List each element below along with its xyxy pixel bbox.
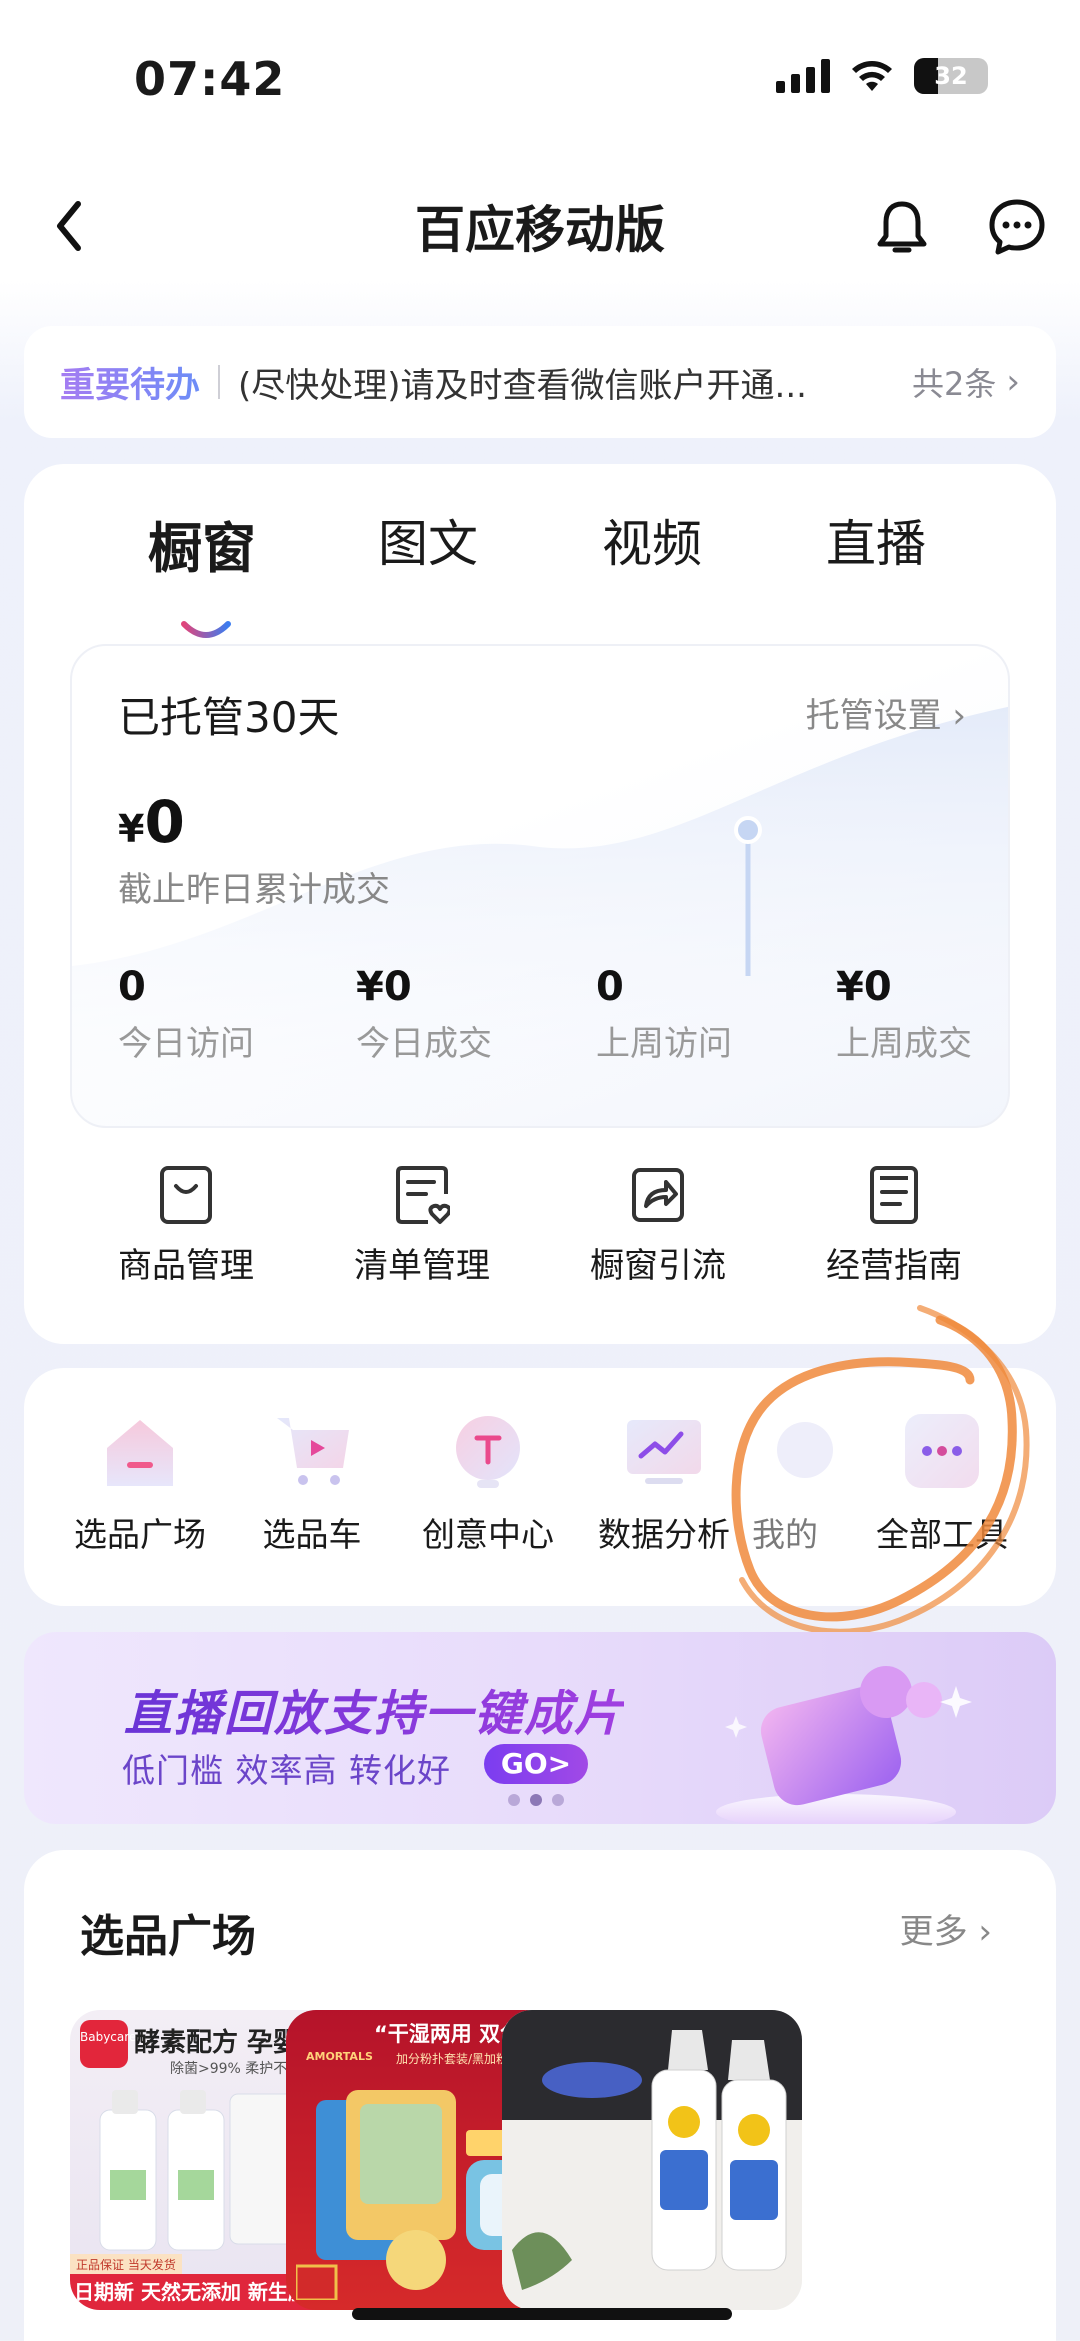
- currency-symbol: ¥: [118, 807, 145, 851]
- quick-action-list-management[interactable]: 清单管理: [322, 1164, 522, 1287]
- selection-plaza-section: 选品广场 更多 › Babycare 酵素配方 孕婴专用 除菌>99% 柔护不伤…: [24, 1850, 1056, 2341]
- banner-subtitle: 低门槛 效率高 转化好: [122, 1751, 451, 1790]
- tool-creative-center[interactable]: 创意中心: [398, 1410, 578, 1556]
- cart-icon: [277, 1418, 349, 1485]
- promo-banner[interactable]: 直播回放支持一键成片 低门槛 效率高 转化好 GO>: [24, 1632, 1056, 1824]
- page-dot-active: [530, 1794, 542, 1806]
- page-dot: [552, 1794, 564, 1806]
- stat-label: 今日访问: [118, 1024, 254, 1064]
- stat-label: 今日成交: [356, 1024, 492, 1064]
- chart-icon: [627, 1420, 701, 1484]
- tool-label: 选品车: [262, 1515, 362, 1554]
- tab-video[interactable]: 视频: [602, 504, 702, 576]
- tool-selection-plaza[interactable]: 选品广场: [50, 1410, 230, 1556]
- stat-value: ¥0: [836, 964, 892, 1010]
- banner-go-button[interactable]: GO>: [484, 1744, 588, 1784]
- product-card[interactable]: [502, 2010, 802, 2310]
- tab-graphic[interactable]: 图文: [378, 504, 478, 576]
- showcase-card: 橱窗 图文 视频 直播 已托管30天 托管设置 › ¥0 截止昨日累计成交 0 …: [24, 464, 1056, 1344]
- total-amount-label: 截止昨日累计成交: [118, 870, 390, 910]
- home-shelf-icon: [107, 1420, 173, 1486]
- tool-selection-cart[interactable]: 选品车: [222, 1410, 402, 1556]
- quick-action-showcase-traffic[interactable]: 橱窗引流: [558, 1164, 758, 1287]
- home-indicator: [352, 2308, 732, 2320]
- stat-value: 0: [118, 964, 146, 1010]
- stat-value: 0: [596, 964, 624, 1010]
- quick-actions: 商品管理 清单管理 橱窗引流 经营指南: [24, 1164, 1056, 1314]
- brand-logo: Babycare: [80, 2020, 136, 2068]
- my-icon: [777, 1422, 833, 1478]
- brand-logo: AMORTALS: [306, 2050, 373, 2063]
- bag-icon: [160, 1166, 212, 1224]
- active-tab-indicator: [181, 621, 231, 638]
- battery-level: 32: [934, 62, 968, 90]
- status-bar: 07:42 32: [0, 0, 1080, 160]
- cellular-signal-icon: [776, 59, 830, 93]
- stain-remover-bottles-image: [502, 2010, 802, 2310]
- hosting-settings-label: 托管设置: [805, 696, 942, 736]
- tab-live[interactable]: 直播: [826, 504, 926, 576]
- more-dots-icon: [905, 1414, 979, 1488]
- bell-icon[interactable]: [874, 198, 930, 258]
- todo-text: (尽快处理)请及时查看微信账户开通...: [238, 365, 807, 406]
- stat-today-visits: 0 今日访问: [118, 964, 254, 1065]
- total-amount: ¥0: [118, 788, 185, 856]
- stat-today-sales: ¥0 今日成交: [356, 964, 492, 1065]
- stat-last-week-sales: ¥0 上周成交: [836, 964, 972, 1065]
- share-icon: [632, 1168, 684, 1222]
- tools-card: 选品广场 选品车 创意中心 数据分析 我的 全部工具: [24, 1368, 1056, 1606]
- content-tabs: 橱窗 图文 视频 直播: [24, 504, 1056, 638]
- stat-label: 上周访问: [596, 1024, 732, 1064]
- tool-label: 数据分析: [598, 1515, 730, 1554]
- total-amount-value: 0: [144, 788, 185, 856]
- tool-data-analysis[interactable]: 数据分析: [574, 1410, 754, 1556]
- chevron-right-icon: ›: [1006, 362, 1020, 402]
- list-heart-icon: [396, 1166, 450, 1224]
- quick-action-product-management[interactable]: 商品管理: [86, 1164, 286, 1287]
- tool-label: 创意中心: [422, 1515, 554, 1554]
- tool-label: 选品广场: [74, 1515, 206, 1554]
- guide-icon: [870, 1166, 918, 1224]
- hosting-days-title: 已托管30天: [118, 693, 340, 742]
- tool-label: 全部工具: [876, 1515, 1008, 1554]
- banner-pagination: [508, 1794, 564, 1806]
- quick-action-label: 橱窗引流: [590, 1246, 726, 1286]
- banner-title: 直播回放支持一键成片: [124, 1674, 624, 1744]
- quick-action-business-guide[interactable]: 经营指南: [794, 1164, 994, 1287]
- status-time: 07:42: [134, 52, 286, 106]
- page-dot: [508, 1794, 520, 1806]
- stat-label: 上周成交: [836, 1024, 972, 1064]
- idea-icon: [456, 1416, 520, 1488]
- camera-illustration-icon: [716, 1666, 972, 1824]
- more-link[interactable]: 更多 ›: [900, 1904, 992, 1953]
- chat-icon[interactable]: [988, 198, 1046, 256]
- tab-showcase[interactable]: 橱窗: [148, 504, 256, 583]
- important-todo-bar[interactable]: 重要待办 (尽快处理)请及时查看微信账户开通... 共2条 ›: [24, 326, 1056, 438]
- todo-divider: [218, 365, 221, 399]
- more-label: 更多: [899, 1912, 968, 1952]
- wifi-icon: [852, 61, 892, 91]
- product-tag: 正品保证 当天发货: [70, 2254, 182, 2275]
- stat-last-week-visits: 0 上周访问: [596, 964, 732, 1065]
- battery-icon: 32: [914, 58, 988, 94]
- status-icons: 32: [776, 58, 988, 94]
- todo-count: 共2条: [912, 365, 997, 403]
- quick-action-label: 清单管理: [354, 1246, 490, 1286]
- todo-tag: 重要待办: [60, 357, 200, 408]
- quick-action-label: 经营指南: [826, 1246, 962, 1286]
- hosting-settings-link[interactable]: 托管设置 ›: [806, 688, 966, 737]
- tool-all-tools[interactable]: 全部工具: [852, 1410, 1032, 1556]
- stat-value: ¥0: [356, 964, 412, 1010]
- hosting-stats-card: 已托管30天 托管设置 › ¥0 截止昨日累计成交 0 今日访问 ¥0 今日成交…: [70, 644, 1010, 1128]
- nav-bar: 百应移动版: [0, 160, 1080, 280]
- section-title: 选品广场: [80, 1911, 256, 1962]
- quick-action-label: 商品管理: [118, 1246, 254, 1286]
